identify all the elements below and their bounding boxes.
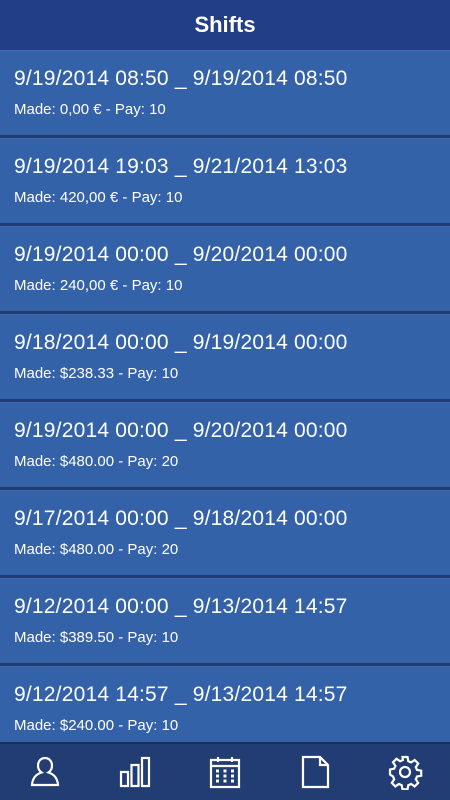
- shift-range: 9/19/2014 08:50 _ 9/19/2014 08:50: [14, 67, 348, 90]
- shift-made: Made: $480.00 - Pay: 20: [14, 453, 179, 470]
- nav-settings-button[interactable]: [377, 744, 433, 800]
- shift-range: 9/19/2014 00:00 _ 9/20/2014 00:00: [14, 243, 348, 266]
- document-icon: [301, 755, 330, 789]
- stats-icon: [119, 756, 151, 788]
- shift-list[interactable]: 9/19/2014 08:50 _ 9/19/2014 08:50 Made: …: [0, 50, 450, 744]
- shift-item[interactable]: 9/19/2014 00:00 _ 9/20/2014 00:00 Made: …: [0, 226, 450, 311]
- shift-range: 9/18/2014 00:00 _ 9/19/2014 00:00: [14, 331, 348, 354]
- shift-item[interactable]: 9/12/2014 00:00 _ 9/13/2014 14:57 Made: …: [0, 578, 450, 663]
- shift-range: 9/12/2014 14:57 _ 9/13/2014 14:57: [14, 683, 348, 706]
- shift-item[interactable]: 9/19/2014 19:03 _ 9/21/2014 13:03 Made: …: [0, 138, 450, 223]
- shift-item[interactable]: 9/12/2014 14:57 _ 9/13/2014 14:57 Made: …: [0, 666, 450, 744]
- page-header: Shifts: [0, 0, 450, 51]
- profile-icon: [30, 756, 60, 787]
- page-title: Shifts: [194, 12, 256, 37]
- shift-range: 9/12/2014 00:00 _ 9/13/2014 14:57: [14, 595, 348, 618]
- shift-range: 9/19/2014 00:00 _ 9/20/2014 00:00: [14, 419, 348, 442]
- shift-made: Made: $238.33 - Pay: 10: [14, 365, 179, 382]
- shift-made: Made: $240.00 - Pay: 10: [14, 717, 179, 734]
- shift-item[interactable]: 9/18/2014 00:00 _ 9/19/2014 00:00 Made: …: [0, 314, 450, 399]
- nav-stats-button[interactable]: [107, 744, 163, 800]
- calendar-icon: [209, 757, 241, 789]
- shift-made: Made: 0,00 € - Pay: 10: [14, 101, 166, 118]
- shift-made: Made: 420,00 € - Pay: 10: [14, 189, 183, 206]
- nav-document-button[interactable]: [287, 744, 343, 800]
- shift-item[interactable]: 9/19/2014 08:50 _ 9/19/2014 08:50 Made: …: [0, 50, 450, 135]
- nav-calendar-button[interactable]: [197, 744, 253, 800]
- nav-profile-button[interactable]: [17, 744, 73, 800]
- shift-item[interactable]: 9/19/2014 00:00 _ 9/20/2014 00:00 Made: …: [0, 402, 450, 487]
- settings-icon: [388, 755, 423, 790]
- bottom-nav: [0, 742, 450, 800]
- shift-range: 9/17/2014 00:00 _ 9/18/2014 00:00: [14, 507, 348, 530]
- shift-made: Made: $389.50 - Pay: 10: [14, 629, 179, 646]
- shift-made: Made: $480.00 - Pay: 20: [14, 541, 179, 558]
- shift-range: 9/19/2014 19:03 _ 9/21/2014 13:03: [14, 155, 348, 178]
- shift-item[interactable]: 9/17/2014 00:00 _ 9/18/2014 00:00 Made: …: [0, 490, 450, 575]
- shift-made: Made: 240,00 € - Pay: 10: [14, 277, 183, 294]
